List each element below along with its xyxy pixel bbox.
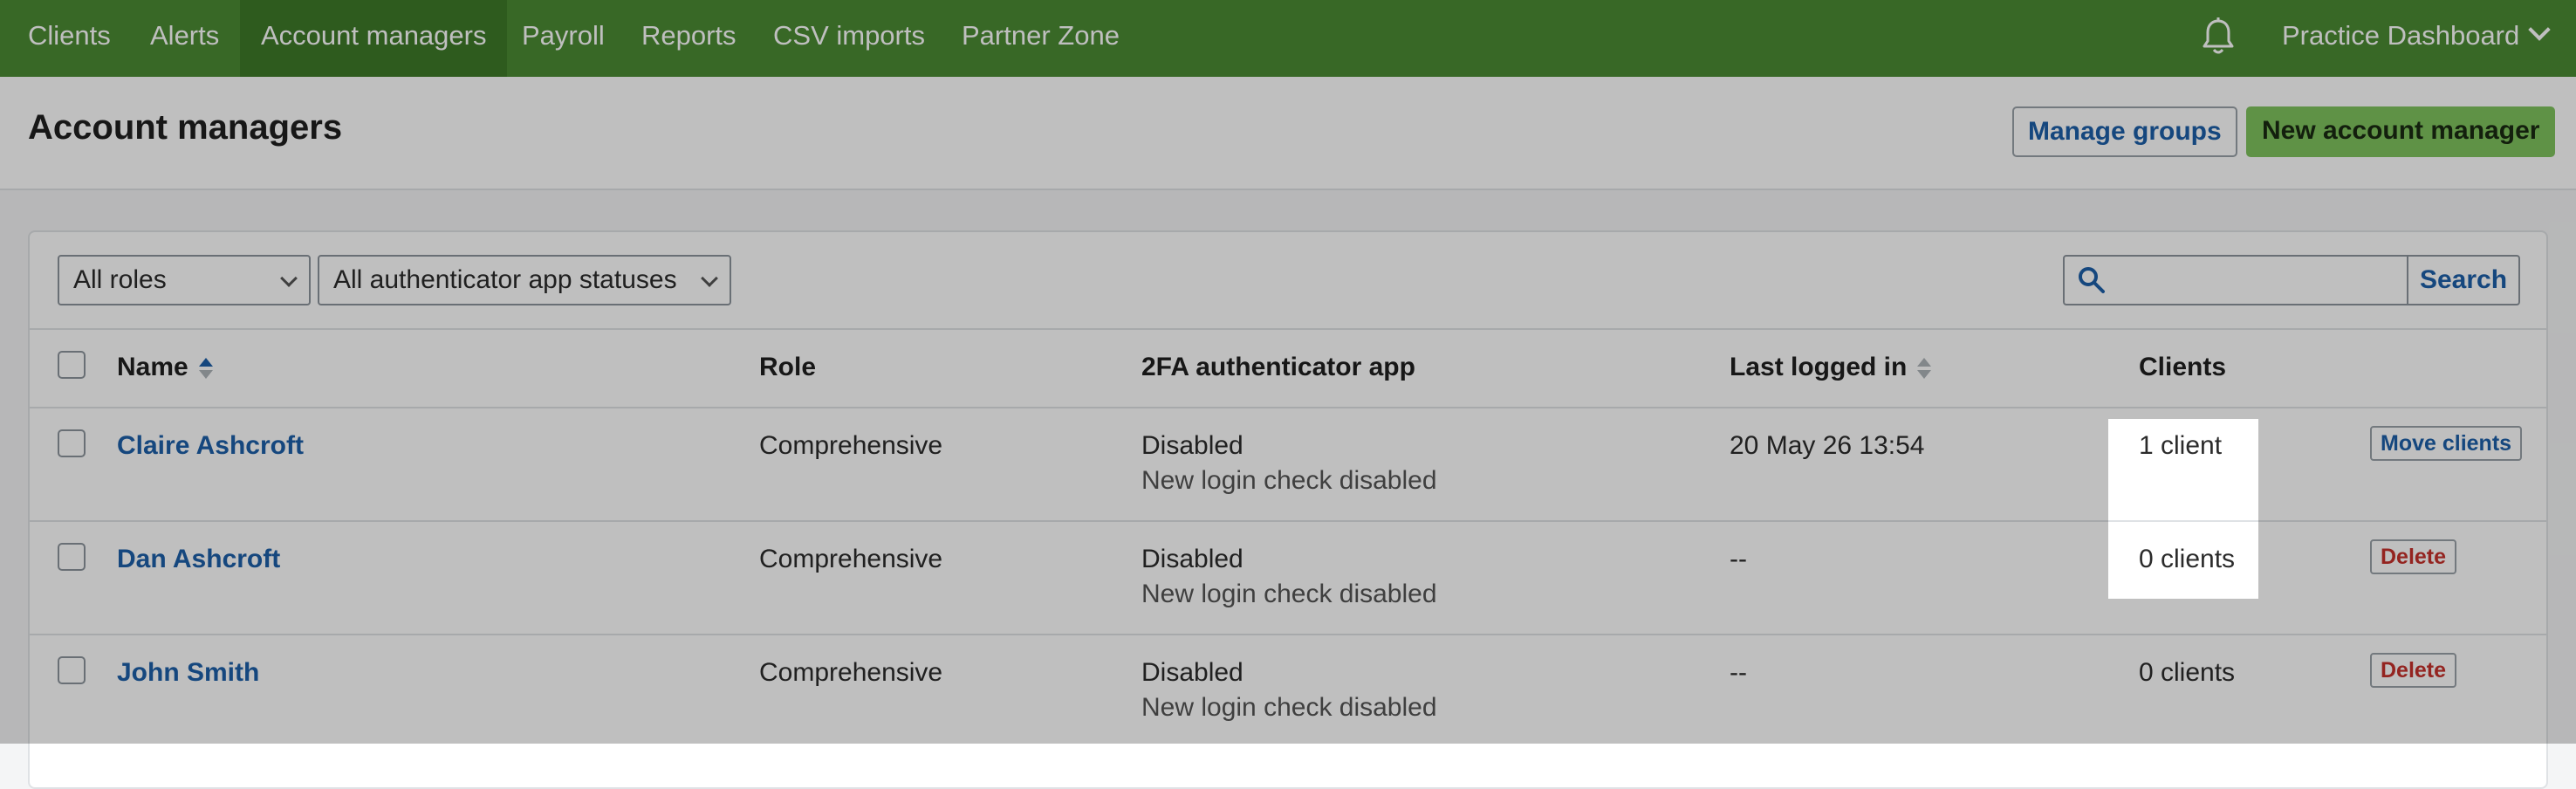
- nav-account-managers[interactable]: Account managers: [240, 0, 508, 77]
- sort-icon: [1917, 356, 1932, 381]
- nav-alerts[interactable]: Alerts: [129, 0, 240, 77]
- 2fa-status: Disabled: [1141, 431, 1243, 460]
- column-header-2fa: 2FA authenticator app: [1141, 353, 1415, 381]
- last-logged-in-value: 20 May 26 13:54: [1730, 431, 1925, 460]
- authenticator-status-filter-value: All authenticator app statuses: [333, 265, 677, 294]
- manager-name-link[interactable]: Dan Ashcroft: [117, 545, 280, 574]
- column-header-last-logged-in-label: Last logged in: [1730, 353, 1908, 381]
- nav-payroll[interactable]: Payroll: [501, 0, 626, 77]
- search-button[interactable]: Search: [2407, 255, 2520, 305]
- role-value: Comprehensive: [759, 431, 943, 460]
- search-input[interactable]: [2063, 255, 2408, 305]
- practice-dashboard-menu[interactable]: Practice Dashboard: [2282, 0, 2551, 77]
- column-header-last-logged-in[interactable]: Last logged in: [1730, 353, 1932, 382]
- row-checkbox[interactable]: [58, 429, 86, 457]
- 2fa-status: Disabled: [1141, 658, 1243, 687]
- nav-reports[interactable]: Reports: [620, 0, 757, 77]
- nav-partner-zone[interactable]: Partner Zone: [941, 0, 1141, 77]
- search-icon: [2079, 267, 2105, 293]
- practice-dashboard-label: Practice Dashboard: [2282, 20, 2520, 51]
- manager-name-link[interactable]: Claire Ashcroft: [117, 431, 304, 461]
- divider: [30, 520, 2546, 522]
- role-value: Comprehensive: [759, 545, 943, 573]
- move-clients-button[interactable]: Move clients: [2370, 426, 2523, 461]
- new-account-manager-button[interactable]: New account manager: [2246, 106, 2556, 157]
- clients-count: 1 client: [2139, 431, 2223, 460]
- delete-button[interactable]: Delete: [2370, 539, 2457, 574]
- select-all-checkbox[interactable]: [58, 351, 86, 379]
- nav-csv-imports[interactable]: CSV imports: [752, 0, 946, 77]
- column-header-name[interactable]: Name: [117, 353, 213, 382]
- page-title: Account managers: [28, 108, 343, 147]
- row-checkbox[interactable]: [58, 656, 86, 684]
- role-value: Comprehensive: [759, 658, 943, 687]
- row-checkbox[interactable]: [58, 543, 86, 571]
- role-filter-select[interactable]: All roles: [58, 255, 311, 305]
- clients-count: 0 clients: [2139, 545, 2236, 573]
- 2fa-note: New login check disabled: [1141, 580, 1437, 608]
- column-header-role: Role: [759, 353, 817, 381]
- sort-icon: [198, 356, 213, 381]
- delete-button[interactable]: Delete: [2370, 653, 2457, 688]
- chevron-down-icon: [2528, 18, 2551, 41]
- account-managers-card: All roles All authenticator app statuses…: [28, 230, 2548, 789]
- page-header: Account managers Manage groups New accou…: [0, 77, 2576, 190]
- divider: [30, 328, 2546, 330]
- nav-clients[interactable]: Clients: [7, 0, 132, 77]
- bell-icon[interactable]: [2197, 16, 2239, 58]
- column-header-name-label: Name: [117, 353, 188, 381]
- 2fa-note: New login check disabled: [1141, 466, 1437, 495]
- chevron-down-icon: [701, 270, 718, 287]
- clients-count: 0 clients: [2139, 658, 2236, 687]
- last-logged-in-value: --: [1730, 658, 1747, 687]
- divider: [30, 634, 2546, 635]
- role-filter-value: All roles: [73, 265, 167, 294]
- 2fa-status: Disabled: [1141, 545, 1243, 573]
- manager-name-link[interactable]: John Smith: [117, 658, 259, 688]
- divider: [30, 407, 2546, 408]
- last-logged-in-value: --: [1730, 545, 1747, 573]
- top-nav: Clients Alerts Account managers Payroll …: [0, 0, 2576, 77]
- column-header-clients: Clients: [2139, 353, 2227, 381]
- chevron-down-icon: [280, 270, 298, 287]
- authenticator-status-filter-select[interactable]: All authenticator app statuses: [318, 255, 731, 305]
- 2fa-note: New login check disabled: [1141, 693, 1437, 722]
- manage-groups-button[interactable]: Manage groups: [2012, 106, 2237, 157]
